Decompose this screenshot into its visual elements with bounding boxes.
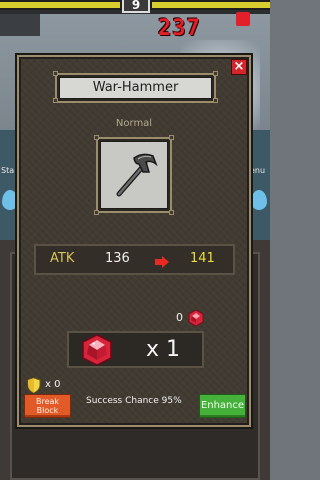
frame-corner xyxy=(213,71,218,76)
war-hammer-icon xyxy=(116,153,158,197)
gem-icon xyxy=(80,334,114,370)
cost-amount: x 1 xyxy=(146,337,181,362)
pause-icon xyxy=(236,12,250,26)
side-panel-right xyxy=(248,130,270,240)
item-name: War-Hammer xyxy=(59,77,212,99)
frame-corner xyxy=(169,210,174,215)
stat-next-value: 141 xyxy=(190,251,215,266)
frame-corner xyxy=(169,135,174,140)
enhance-dialog xyxy=(17,55,251,427)
frame-corner xyxy=(213,98,218,103)
side-label-right: enu xyxy=(250,166,266,175)
frame-corner xyxy=(94,135,99,140)
stat-label: ATK xyxy=(50,251,75,266)
level-badge: 9 xyxy=(122,0,150,13)
right-arrow-icon xyxy=(155,253,169,272)
side-label-left: Sta xyxy=(1,166,15,175)
enhance-button[interactable]: Enhance xyxy=(199,394,246,418)
break-block-button[interactable]: Break Block xyxy=(24,394,71,418)
close-button[interactable]: × xyxy=(231,59,247,75)
break-button-label-line2: Block xyxy=(36,406,59,415)
success-chance: Success Chance 95% xyxy=(86,396,182,406)
hud-panel xyxy=(0,14,40,36)
frame-corner xyxy=(53,98,58,103)
frame-corner xyxy=(53,71,58,76)
break-button-label-line1: Break xyxy=(35,397,60,406)
stat-current-value: 136 xyxy=(105,251,130,266)
owned-gem-count: 0 xyxy=(176,311,183,324)
gem-icon xyxy=(187,309,205,331)
frame-corner xyxy=(94,210,99,215)
water-drop-icon xyxy=(2,190,18,210)
hp-bar xyxy=(0,0,122,10)
item-slot xyxy=(100,141,168,209)
damage-number: 237 xyxy=(158,16,201,41)
exp-bar xyxy=(150,0,270,10)
water-drop-icon xyxy=(251,190,267,210)
shield-count: x 0 xyxy=(45,379,61,390)
item-rarity: Normal xyxy=(115,118,153,129)
